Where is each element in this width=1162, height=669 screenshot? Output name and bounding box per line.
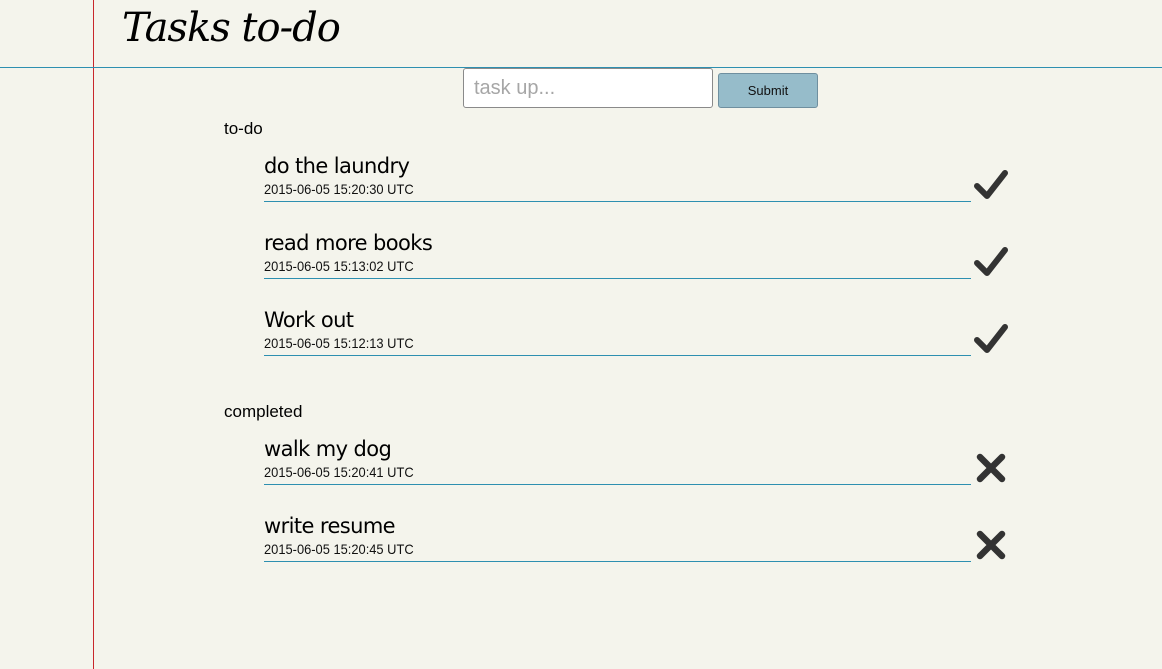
task-timestamp: 2015-06-05 15:20:41 UTC — [264, 464, 414, 480]
task-input[interactable] — [463, 68, 713, 108]
check-icon[interactable] — [974, 245, 1008, 279]
submit-button[interactable]: Submit — [718, 73, 818, 108]
task-name: walk my dog — [264, 437, 392, 461]
task-timestamp: 2015-06-05 15:20:30 UTC — [264, 181, 414, 197]
todo-task-list: do the laundry 2015-06-05 15:20:30 UTC r… — [264, 151, 1024, 382]
task-rule-line — [264, 201, 971, 202]
task-item: do the laundry 2015-06-05 15:20:30 UTC — [264, 151, 1024, 228]
task-rule-line — [264, 355, 971, 356]
check-icon[interactable] — [974, 168, 1008, 202]
task-item: Work out 2015-06-05 15:12:13 UTC — [264, 305, 1024, 382]
section-heading-completed: completed — [224, 402, 303, 421]
task-rule-line — [264, 278, 971, 279]
task-name: do the laundry — [264, 154, 410, 178]
page-title: Tasks to-do — [122, 5, 341, 51]
task-timestamp: 2015-06-05 15:20:45 UTC — [264, 541, 414, 557]
task-item: read more books 2015-06-05 15:13:02 UTC — [264, 228, 1024, 305]
check-icon[interactable] — [974, 322, 1008, 356]
task-item: write resume 2015-06-05 15:20:45 UTC — [264, 511, 1024, 588]
task-rule-line — [264, 561, 971, 562]
section-heading-todo: to-do — [224, 119, 263, 138]
new-task-form: Submit — [463, 68, 823, 110]
task-timestamp: 2015-06-05 15:12:13 UTC — [264, 335, 414, 351]
task-name: write resume — [264, 514, 396, 538]
task-name: read more books — [264, 231, 433, 255]
cross-icon[interactable] — [974, 528, 1008, 562]
completed-task-list: walk my dog 2015-06-05 15:20:41 UTC writ… — [264, 434, 1024, 588]
task-timestamp: 2015-06-05 15:13:02 UTC — [264, 258, 414, 274]
task-item: walk my dog 2015-06-05 15:20:41 UTC — [264, 434, 1024, 511]
cross-icon[interactable] — [974, 451, 1008, 485]
task-name: Work out — [264, 308, 354, 332]
task-rule-line — [264, 484, 971, 485]
margin-line — [93, 0, 94, 669]
